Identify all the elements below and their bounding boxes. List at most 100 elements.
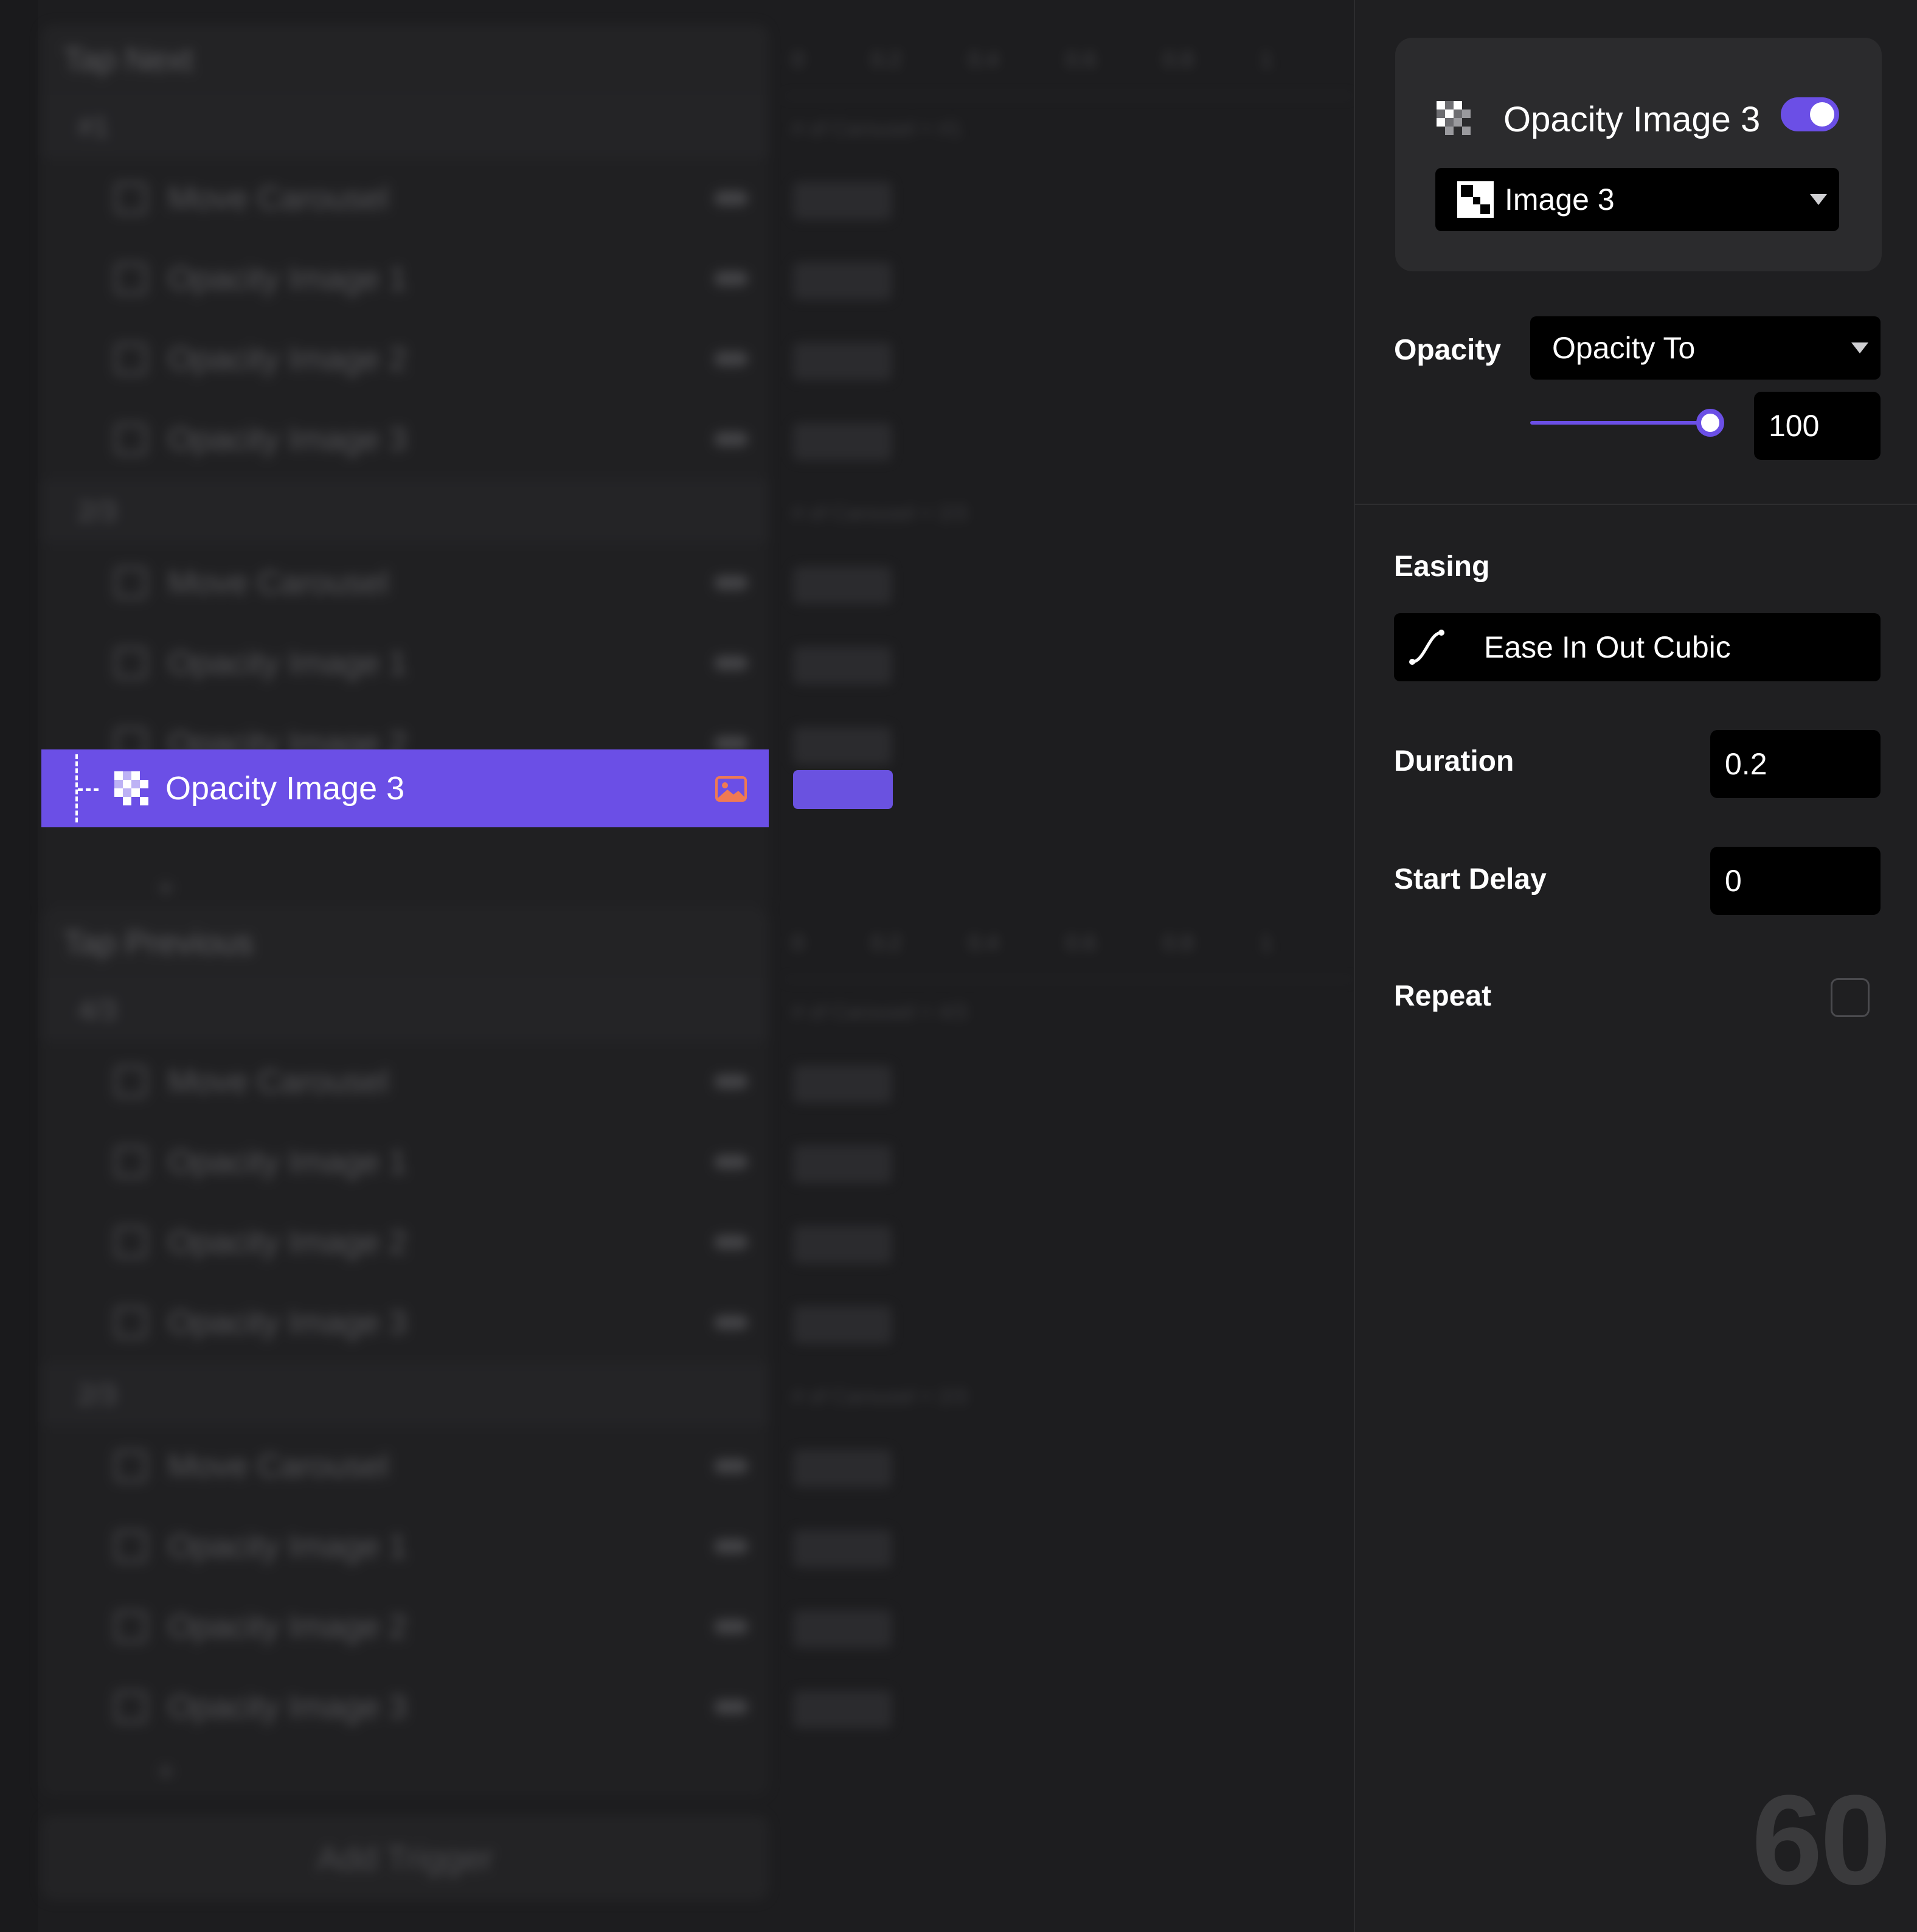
visibility-icon <box>714 1619 748 1634</box>
image-icon[interactable] <box>715 776 747 802</box>
timeline-bar <box>793 1610 892 1648</box>
action-row: Opacity Image 1 <box>41 1506 769 1586</box>
trigger-timeline: 0 0.2 0.4 0.6 0.8 1 # of Carousel = 4/3 # of Ca… <box>786 908 1351 1750</box>
action-row: Opacity Image 3 <box>41 399 769 479</box>
condition-group: #1 <box>41 95 769 158</box>
duration-field[interactable]: 0.2 <box>1710 730 1881 798</box>
timeline-condition: # of Carousel = 2/3 <box>792 1385 968 1408</box>
opacity-mode-dropdown[interactable]: Opacity To <box>1530 316 1881 380</box>
repeat-checkbox[interactable] <box>1831 978 1870 1017</box>
visibility-icon <box>714 1459 748 1473</box>
target-layer-dropdown[interactable]: Image 3 <box>1435 168 1839 231</box>
timeline-bar <box>793 1226 892 1263</box>
timeline-row <box>786 1509 1351 1589</box>
action-label: Opacity Image 2 <box>168 1224 407 1260</box>
timeline-bar <box>793 1065 892 1103</box>
panel-divider <box>1354 504 1917 505</box>
timeline-row <box>786 1285 1351 1365</box>
action-icon <box>114 342 147 375</box>
timeline-bar <box>793 1145 892 1183</box>
ruler-tick: 1 <box>1260 47 1273 72</box>
easing-label: Easing <box>1394 551 1490 583</box>
visibility-icon <box>714 1315 748 1330</box>
timeline-bar <box>793 1690 892 1728</box>
easing-curve-icon <box>1409 630 1444 665</box>
action-icon <box>114 1530 147 1563</box>
opacity-slider-track[interactable] <box>1530 421 1710 425</box>
timeline-condition: # of Carousel = 4/3 <box>792 1000 968 1024</box>
fps-counter: 60 <box>1752 1768 1891 1911</box>
timeline-bar <box>793 1450 892 1487</box>
visibility-icon <box>714 271 748 286</box>
action-label: Opacity Image 3 <box>168 421 407 457</box>
toggle-knob <box>1810 102 1834 127</box>
timeline-row <box>786 1204 1351 1285</box>
action-row: Opacity Image 2 <box>41 1586 769 1667</box>
visibility-icon <box>714 191 748 206</box>
timeline-bar <box>793 182 892 220</box>
ruler-tick: 0.8 <box>1163 930 1194 955</box>
action-icon <box>114 182 147 215</box>
action-row: Move Carousel <box>41 158 769 238</box>
action-label: Move Carousel <box>168 1063 389 1100</box>
trigger-editor-background: Tap Next #1 Move Carousel Opacity Image 1 Op… <box>0 0 1353 1932</box>
visibility-icon <box>714 1700 748 1714</box>
action-label: Opacity Image 2 <box>168 341 407 377</box>
action-enabled-toggle[interactable] <box>1781 97 1839 131</box>
timeline-condition: # of Carousel = 2/3 <box>792 501 968 525</box>
start-delay-label: Start Delay <box>1394 863 1547 895</box>
timeline-bar <box>793 566 892 604</box>
action-row: Opacity Image 3 <box>41 1282 769 1363</box>
timeline-row <box>786 1124 1351 1204</box>
ruler-tick: 0.6 <box>1066 47 1097 72</box>
ruler-tick: 0 <box>792 47 805 72</box>
start-delay-field[interactable]: 0 <box>1710 847 1881 915</box>
selected-action-label: Opacity Image 3 <box>165 770 405 807</box>
timeline-bar <box>793 647 892 684</box>
trigger-title: Tap Previous <box>41 908 769 978</box>
action-icon <box>114 1226 147 1259</box>
action-label: Opacity Image 3 <box>168 1689 407 1725</box>
action-icon <box>114 1610 147 1643</box>
ruler-tick: 0.2 <box>871 930 902 955</box>
action-label: Opacity Image 1 <box>168 1528 407 1565</box>
ruler-tick: 1 <box>1260 930 1273 955</box>
opacity-slider-thumb[interactable] <box>1696 409 1724 437</box>
action-label: Opacity Image 2 <box>168 1608 407 1645</box>
selected-timeline-bar[interactable] <box>793 770 893 809</box>
action-icon <box>114 647 147 679</box>
action-icon <box>114 1145 147 1178</box>
opacity-value-field[interactable]: 100 <box>1754 392 1881 460</box>
timeline-bar <box>793 727 892 765</box>
visibility-icon <box>714 1539 748 1554</box>
ruler-tick: 0.2 <box>871 47 902 72</box>
action-icon <box>114 1065 147 1098</box>
checker-icon <box>1437 101 1471 135</box>
visibility-icon <box>714 736 748 751</box>
action-label: Move Carousel <box>168 1448 389 1484</box>
selected-action-row[interactable]: Opacity Image 3 <box>41 749 769 827</box>
action-title: Opacity Image 3 <box>1503 100 1761 139</box>
action-row: Opacity Image 1 <box>41 238 769 319</box>
timeline-row <box>786 1669 1351 1750</box>
timeline-bar <box>793 262 892 300</box>
action-icon <box>114 566 147 599</box>
opacity-label: Opacity <box>1394 334 1502 366</box>
visibility-icon <box>714 432 748 447</box>
visibility-icon <box>714 575 748 590</box>
action-row: Opacity Image 2 <box>41 1202 769 1282</box>
action-label: Opacity Image 1 <box>168 1144 407 1180</box>
timeline-bar <box>793 1306 892 1344</box>
action-row: Move Carousel <box>41 1041 769 1122</box>
action-icon <box>114 1306 147 1339</box>
timeline-row <box>786 321 1351 401</box>
chevron-down-icon <box>1851 342 1868 353</box>
layer-image-icon <box>1457 181 1494 218</box>
chevron-down-icon <box>1810 194 1827 205</box>
blurred-trigger-list: Tap Next #1 Move Carousel Opacity Image 1 Op… <box>0 0 1353 1932</box>
easing-dropdown[interactable]: Ease In Out Cubic <box>1394 613 1881 681</box>
action-row: Opacity Image 1 <box>41 1122 769 1202</box>
condition-group: 2/3 <box>41 479 769 543</box>
action-label: Opacity Image 3 <box>168 1304 407 1341</box>
condition-group: 2/3 <box>41 1363 769 1426</box>
